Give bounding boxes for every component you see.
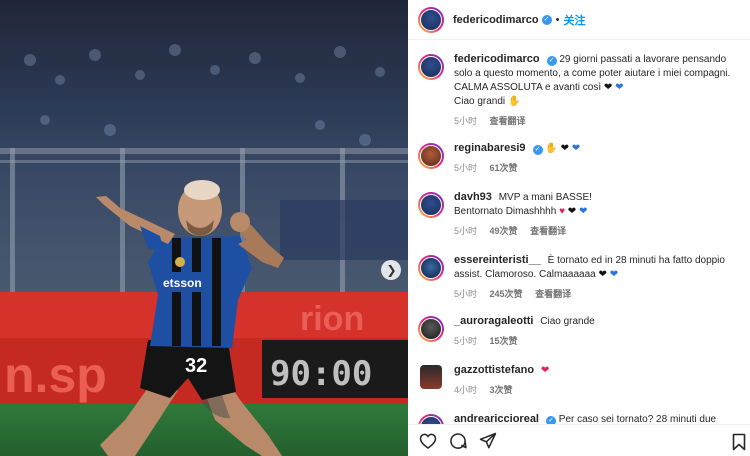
follow-button[interactable]: 关注: [563, 12, 585, 28]
comment-username[interactable]: gazzottistefano: [454, 364, 534, 376]
comment-item: davh93 MVP a mani BASSE! Bentornato Dima…: [418, 190, 748, 238]
wave-hand-icon: ✋: [507, 96, 521, 107]
post-media[interactable]: n.sp rion 90:00 32 etsson ❯: [0, 0, 408, 456]
verified-badge-icon: ✓: [532, 145, 543, 155]
separator-dot: •: [555, 13, 560, 26]
see-translation-link[interactable]: 查看翻译: [530, 226, 566, 236]
comments-list: federicodimarco ✓ 29 giorni passati a lav…: [408, 40, 750, 424]
blue-heart-icon: ❤: [571, 143, 581, 154]
comment-text: MVP a mani BASSE!: [498, 192, 592, 203]
comment-text: Ciao grande: [540, 316, 595, 327]
see-translation-link[interactable]: 查看翻译: [490, 116, 526, 126]
commenter-avatar[interactable]: [418, 192, 444, 218]
bookmark-icon[interactable]: [732, 433, 746, 451]
blue-heart-icon: ❤: [578, 206, 588, 217]
comment-item: andreariccioreal ✓ Per caso sei tornato? …: [418, 412, 748, 424]
comment-likes[interactable]: 61次赞: [490, 163, 518, 173]
banner-right-text: rion: [300, 300, 364, 338]
comment-item: gazzottistefano ❤ 4小时 3次赞: [418, 363, 748, 397]
comment-likes[interactable]: 15次赞: [490, 336, 518, 346]
blue-heart-icon: ❤: [615, 82, 624, 93]
comment-time[interactable]: 5小时: [454, 226, 477, 236]
verified-badge-icon: ✓: [546, 416, 556, 424]
author-username[interactable]: federicodimarco: [453, 14, 539, 26]
comment-username[interactable]: _auroragaleotti: [454, 315, 533, 327]
commenter-avatar[interactable]: [418, 316, 444, 342]
black-heart-icon: ❤: [560, 143, 569, 154]
caption-text-line2: Ciao grandi: [454, 96, 506, 107]
black-heart-icon: ❤: [603, 82, 613, 93]
heart-icon[interactable]: [418, 431, 438, 451]
comment-likes[interactable]: 3次赞: [490, 385, 513, 395]
comment-likes[interactable]: 49次赞: [490, 226, 518, 236]
author-avatar[interactable]: [418, 54, 444, 80]
scoreboard-time: 90:00: [270, 354, 372, 394]
comment-icon[interactable]: [448, 431, 468, 451]
comment-time[interactable]: 5小时: [454, 336, 477, 346]
comment-username[interactable]: essereinteristi__: [454, 254, 541, 266]
banner-text: n.sp: [4, 347, 107, 403]
next-image-button[interactable]: ❯: [381, 260, 401, 280]
heart-eyes-icon: ♥: [559, 206, 566, 217]
caption-time[interactable]: 5小时: [454, 116, 477, 126]
player-photo: n.sp rion 90:00 32 etsson: [0, 0, 408, 456]
wave-hand-icon: ✋: [545, 143, 558, 154]
post-actions-bar: [408, 424, 750, 456]
jersey-sponsor: etsson: [163, 276, 202, 290]
comment-item: reginabaresi9 ✓ ✋ ❤ ❤ 5小时 61次赞: [418, 141, 748, 175]
comment-text-line2: Bentornato Dimashhhh: [454, 206, 557, 217]
red-heart-icon: ❤: [540, 365, 550, 376]
black-heart-icon: ❤: [567, 206, 577, 217]
caption-username[interactable]: federicodimarco: [454, 53, 540, 65]
comment-time[interactable]: 4小时: [454, 385, 477, 395]
comment-time[interactable]: 5小时: [454, 289, 477, 299]
comment-username[interactable]: reginabaresi9: [454, 142, 526, 154]
author-avatar[interactable]: [418, 6, 444, 33]
verified-badge-icon: ✓: [541, 14, 552, 25]
post-header: federicodimarco ✓ • 关注: [408, 0, 750, 40]
caption: federicodimarco ✓ 29 giorni passati a lav…: [418, 52, 748, 128]
commenter-avatar[interactable]: [420, 365, 442, 389]
verified-badge-icon: ✓: [546, 56, 557, 66]
commenter-avatar[interactable]: [418, 255, 444, 281]
comment-time[interactable]: 5小时: [454, 163, 477, 173]
comment-username[interactable]: andreariccioreal: [454, 413, 539, 424]
comment-item: _auroragaleotti Ciao grande 5小时 15次赞: [418, 314, 748, 348]
commenter-avatar[interactable]: [418, 143, 444, 169]
comment-likes[interactable]: 245次赞: [490, 289, 523, 299]
black-heart-icon: ❤: [598, 269, 607, 280]
post-sidebar: federicodimarco ✓ • 关注 federicodimarco ✓ …: [408, 0, 750, 456]
chevron-right-icon: ❯: [386, 263, 397, 277]
shorts-number: 32: [185, 355, 207, 377]
share-icon[interactable]: [478, 431, 498, 451]
blue-heart-icon: ❤: [609, 269, 619, 280]
comment-username[interactable]: davh93: [454, 191, 492, 203]
commenter-avatar[interactable]: [418, 414, 444, 424]
see-translation-link[interactable]: 查看翻译: [535, 289, 571, 299]
comment-item: essereinteristi__ È tornato ed in 28 min…: [418, 253, 748, 301]
